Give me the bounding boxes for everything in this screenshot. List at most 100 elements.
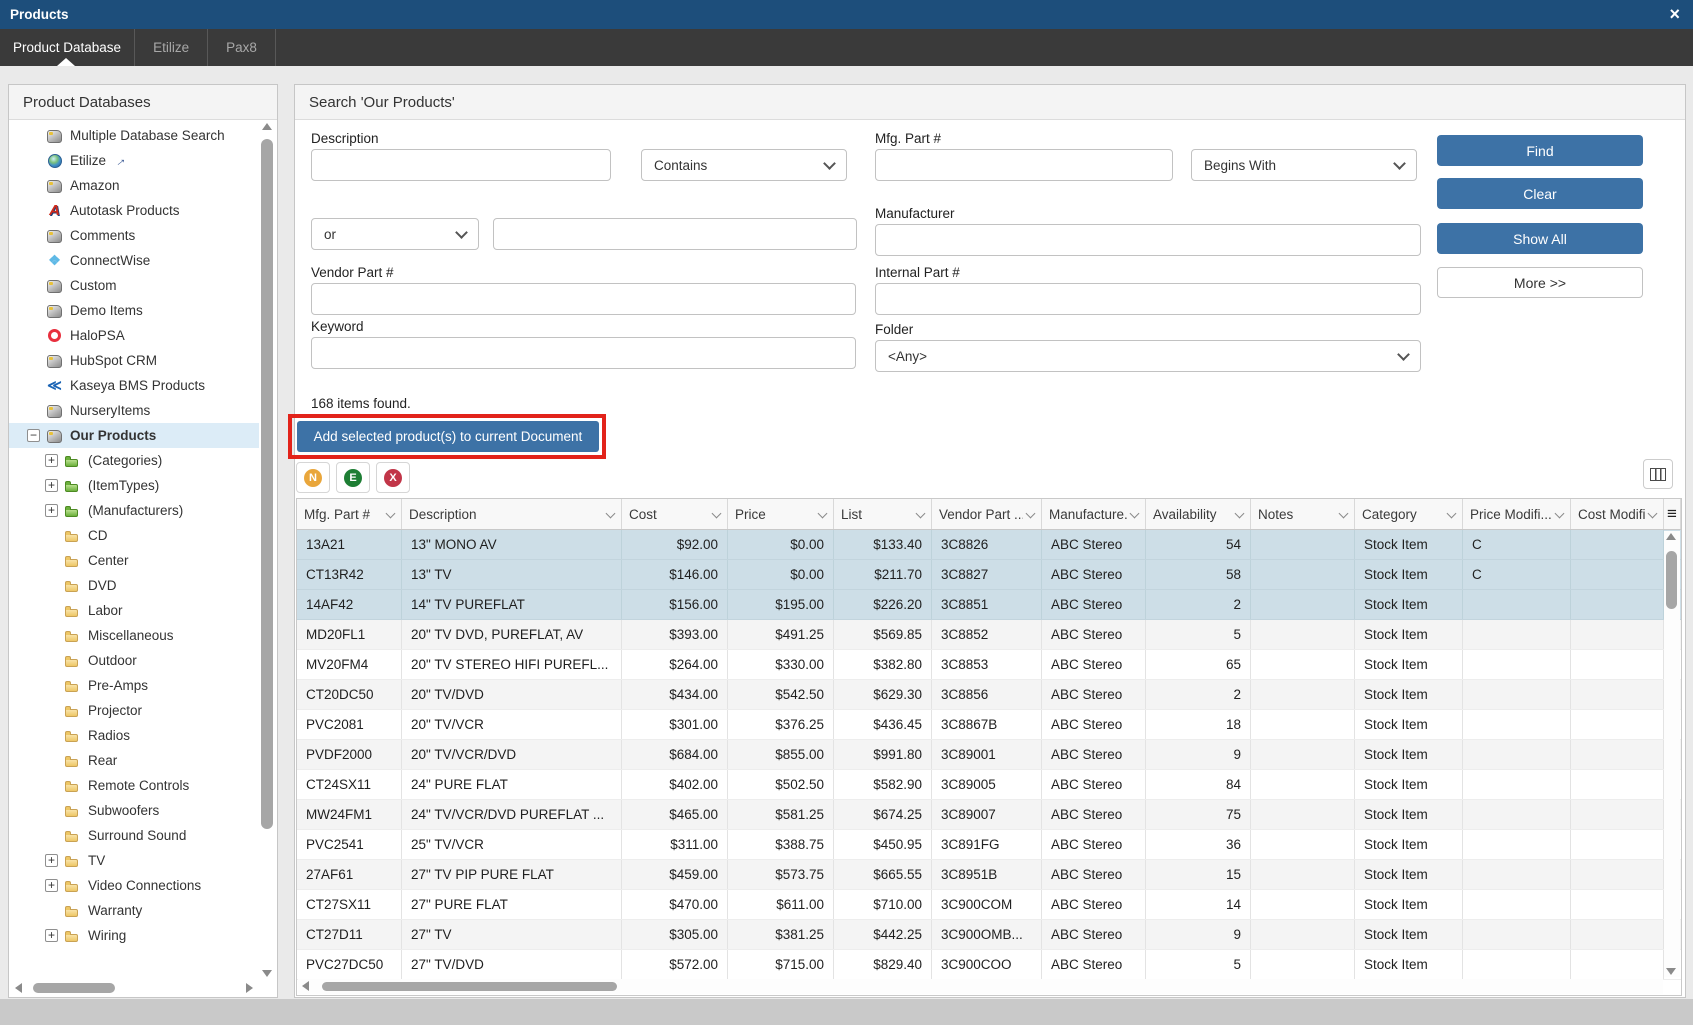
table-row[interactable]: PVDF200020" TV/VCR/DVD$684.00$855.00$991… [297, 740, 1681, 770]
sort-chevron-icon[interactable] [818, 508, 828, 518]
sidebar-vertical-scrollbar[interactable] [260, 121, 275, 979]
sort-chevron-icon[interactable] [1026, 508, 1036, 518]
column-header[interactable]: Notes [1251, 499, 1355, 529]
column-header[interactable]: Description [402, 499, 622, 529]
column-header[interactable]: Price Modifi... [1463, 499, 1571, 529]
scrollbar-thumb[interactable] [322, 982, 617, 991]
sort-chevron-icon[interactable] [1555, 508, 1565, 518]
tree-item[interactable]: Etilize → [9, 148, 259, 173]
tree-item[interactable]: Miscellaneous [9, 623, 259, 648]
tree-item[interactable]: + (Manufacturers) [9, 498, 259, 523]
scroll-up-icon[interactable] [262, 123, 272, 130]
tree-expander[interactable]: + [45, 454, 58, 467]
description-input[interactable] [311, 149, 611, 181]
table-row[interactable]: CT13R4213" TV$146.00$0.00$211.703C8827AB… [297, 560, 1681, 590]
tree-item[interactable]: Rear [9, 748, 259, 773]
sort-chevron-icon[interactable] [1447, 508, 1457, 518]
delete-item-button[interactable]: X [376, 462, 410, 493]
tree-item[interactable]: HubSpot CRM [9, 348, 259, 373]
sort-chevron-icon[interactable] [916, 508, 926, 518]
tree-expander[interactable]: + [45, 479, 58, 492]
tree-item[interactable]: Warranty [9, 898, 259, 923]
sort-chevron-icon[interactable] [1235, 508, 1245, 518]
tree-item[interactable]: Demo Items [9, 298, 259, 323]
tree-item[interactable]: CD [9, 523, 259, 548]
table-vertical-scrollbar[interactable] [1664, 531, 1680, 977]
column-chooser-button[interactable] [1643, 459, 1673, 489]
tree-item[interactable]: + Wiring [9, 923, 259, 948]
sort-chevron-icon[interactable] [1339, 508, 1349, 518]
vendor-part-input[interactable] [311, 283, 856, 315]
tree-item[interactable]: + (Categories) [9, 448, 259, 473]
scroll-down-icon[interactable] [1666, 968, 1676, 975]
scrollbar-thumb[interactable] [1666, 551, 1677, 609]
tree-item[interactable]: + TV [9, 848, 259, 873]
scroll-left-icon[interactable] [302, 981, 309, 991]
tree-item[interactable]: Amazon [9, 173, 259, 198]
table-horizontal-scrollbar[interactable] [298, 979, 1663, 994]
tree-item[interactable]: Outdoor [9, 648, 259, 673]
more-button[interactable]: More >> [1437, 267, 1643, 298]
table-row[interactable]: PVC208120" TV/VCR$301.00$376.25$436.453C… [297, 710, 1681, 740]
table-row[interactable]: 27AF6127" TV PIP PURE FLAT$459.00$573.75… [297, 860, 1681, 890]
table-row[interactable]: CT24SX1124" PURE FLAT$402.00$502.50$582.… [297, 770, 1681, 800]
folder-select[interactable]: <Any> [875, 340, 1421, 372]
column-header[interactable]: Mfg. Part # [297, 499, 402, 529]
close-icon[interactable]: × [1669, 0, 1680, 29]
tree-expander[interactable]: − [27, 429, 40, 442]
operator-select[interactable]: or [311, 218, 479, 250]
sort-chevron-icon[interactable] [1130, 508, 1140, 518]
tree-item[interactable]: Surround Sound [9, 823, 259, 848]
show-all-button[interactable]: Show All [1437, 223, 1643, 254]
sort-chevron-icon[interactable] [606, 508, 616, 518]
column-header[interactable]: Availability [1146, 499, 1251, 529]
column-header[interactable]: Cost Modifie... [1571, 499, 1664, 529]
table-row[interactable]: PVC254125" TV/VCR$311.00$388.75$450.953C… [297, 830, 1681, 860]
column-header[interactable]: Vendor Part ... [932, 499, 1042, 529]
tree-expander[interactable]: + [45, 929, 58, 942]
sidebar-horizontal-scrollbar[interactable] [11, 981, 257, 995]
new-item-button[interactable]: N [296, 462, 330, 493]
edit-item-button[interactable]: E [336, 462, 370, 493]
tree-item[interactable]: Radios [9, 723, 259, 748]
mfg-match-select[interactable]: Begins With [1191, 149, 1417, 181]
table-row[interactable]: CT20DC5020" TV/DVD$434.00$542.50$629.303… [297, 680, 1681, 710]
tree-item[interactable]: Subwoofers [9, 798, 259, 823]
description-match-select[interactable]: Contains [641, 149, 847, 181]
scroll-left-icon[interactable] [15, 983, 22, 993]
scroll-right-icon[interactable] [246, 983, 253, 993]
find-button[interactable]: Find [1437, 135, 1643, 166]
mfg-part-input[interactable] [875, 149, 1173, 181]
tab-etilize[interactable]: Etilize [135, 29, 208, 66]
sort-chevron-icon[interactable] [712, 508, 722, 518]
column-header[interactable]: Cost [622, 499, 728, 529]
tab-pax8[interactable]: Pax8 [208, 29, 276, 66]
tree-item[interactable]: + (ItemTypes) [9, 473, 259, 498]
tree-item[interactable]: Center [9, 548, 259, 573]
tree-item[interactable]: + Video Connections [9, 873, 259, 898]
table-menu-button[interactable]: ≡ [1664, 499, 1681, 529]
table-row[interactable]: 14AF4214" TV PUREFLAT$156.00$195.00$226.… [297, 590, 1681, 620]
table-row[interactable]: CT27SX1127" PURE FLAT$470.00$611.00$710.… [297, 890, 1681, 920]
tree-item[interactable]: DVD [9, 573, 259, 598]
sort-chevron-icon[interactable] [386, 508, 396, 518]
tree-item[interactable]: Custom [9, 273, 259, 298]
tree-item[interactable]: Projector [9, 698, 259, 723]
tree-item[interactable]: Labor [9, 598, 259, 623]
table-row[interactable]: MW24FM124" TV/VCR/DVD PUREFLAT ...$465.0… [297, 800, 1681, 830]
scrollbar-thumb[interactable] [33, 983, 115, 993]
scroll-up-icon[interactable] [1666, 533, 1676, 540]
sort-chevron-icon[interactable] [1648, 508, 1658, 518]
scroll-down-icon[interactable] [262, 970, 272, 977]
column-header[interactable]: Category [1355, 499, 1463, 529]
secondary-description-input[interactable] [493, 218, 857, 250]
tree-expander[interactable]: + [45, 879, 58, 892]
table-row[interactable]: PVC27DC5027" TV/DVD$572.00$715.00$829.40… [297, 950, 1681, 980]
manufacturer-input[interactable] [875, 224, 1421, 256]
tree-item[interactable]: Pre-Amps [9, 673, 259, 698]
tree-expander[interactable]: + [45, 854, 58, 867]
table-row[interactable]: CT27D1127" TV$305.00$381.25$442.253C900O… [297, 920, 1681, 950]
clear-button[interactable]: Clear [1437, 178, 1643, 209]
tree-item[interactable]: NurseryItems [9, 398, 259, 423]
tree-item[interactable]: HaloPSA [9, 323, 259, 348]
